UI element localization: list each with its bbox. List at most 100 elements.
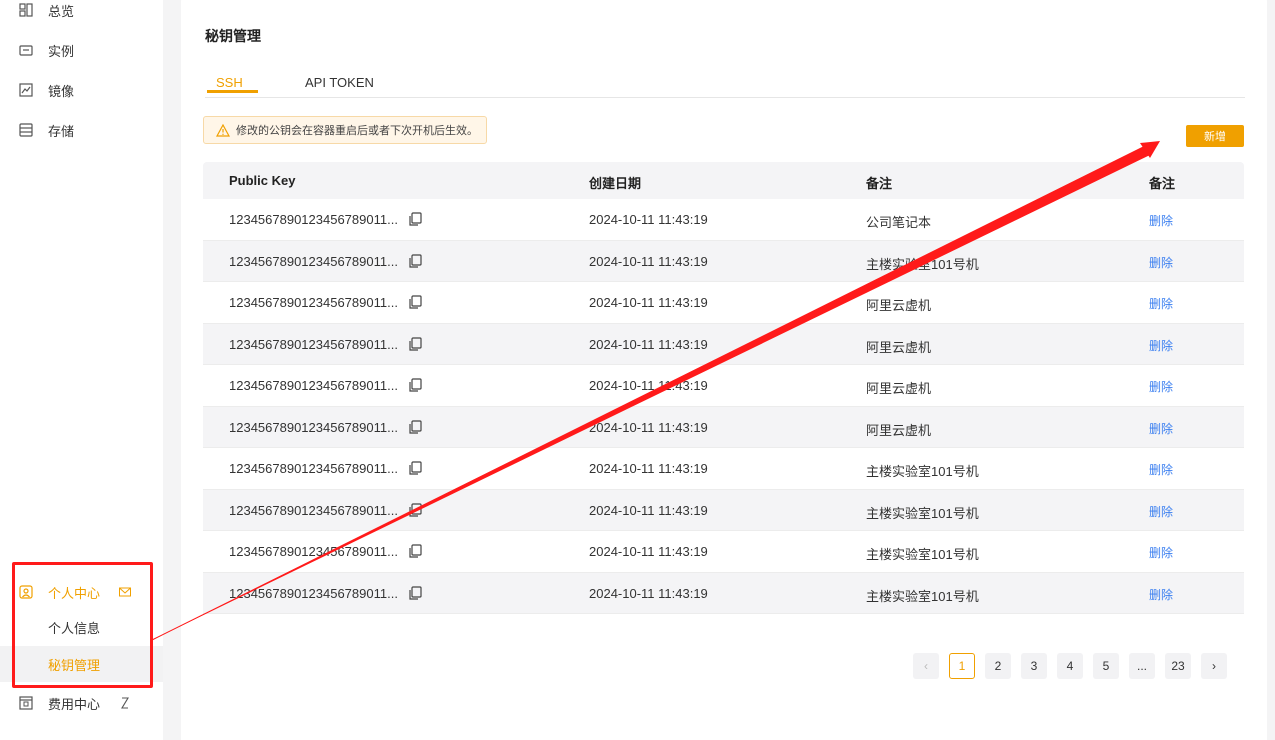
sidebar: 总览 实例 镜像 存储 个人中心 个人信息 秘钥管理 费用中心 xyxy=(0,0,163,740)
copy-icon[interactable] xyxy=(407,585,423,601)
table-row: 1234567890123456789011... 2024-10-11 11:4… xyxy=(203,489,1244,531)
keys-table: Public Key 创建日期 备注 备注 123456789012345678… xyxy=(203,162,1244,614)
note-cell: 主楼实验室101号机 xyxy=(866,588,979,604)
table-row: 1234567890123456789011... 2024-10-11 11:4… xyxy=(203,406,1244,448)
billing-icon xyxy=(18,695,34,711)
warning-icon xyxy=(216,123,230,137)
note-cell: 阿里云虚机 xyxy=(866,298,932,313)
instance-icon xyxy=(18,42,34,58)
page-ellipsis[interactable]: ... xyxy=(1129,653,1155,679)
delete-link[interactable]: 删除 xyxy=(1149,586,1173,603)
copy-icon[interactable] xyxy=(407,211,423,227)
public-key-cell: 1234567890123456789011... xyxy=(229,419,398,435)
delete-link[interactable]: 删除 xyxy=(1149,378,1173,395)
page-button-1[interactable]: 1 xyxy=(949,653,975,679)
sidebar-item-label: 费用中心 xyxy=(48,696,101,712)
public-key-cell: 1234567890123456789011... xyxy=(229,336,398,352)
table-row: 1234567890123456789011... 2024-10-11 11:4… xyxy=(203,323,1244,365)
sidebar-item-label: 总览 xyxy=(48,3,75,19)
sidebar-item-label: 镜像 xyxy=(48,83,75,99)
created-date-cell: 2024-10-11 11:43:19 xyxy=(589,502,708,518)
page-button-4[interactable]: 4 xyxy=(1057,653,1083,679)
note-cell: 阿里云虚机 xyxy=(866,422,932,438)
note-cell: 阿里云虚机 xyxy=(866,381,932,396)
table-row: 1234567890123456789011... 2024-10-11 11:4… xyxy=(203,282,1244,324)
created-date-cell: 2024-10-11 11:43:19 xyxy=(589,212,708,227)
sidebar-item-instance[interactable]: 实例 xyxy=(0,30,163,70)
delete-link[interactable]: 删除 xyxy=(1149,212,1173,229)
note-cell: 主楼实验室101号机 xyxy=(866,505,979,521)
tab-active-indicator xyxy=(207,90,258,93)
copy-icon[interactable] xyxy=(407,419,423,435)
public-key-cell: 1234567890123456789011... xyxy=(229,295,398,310)
image-icon xyxy=(18,82,34,98)
delete-link[interactable]: 删除 xyxy=(1149,503,1173,520)
sidebar-item-overview[interactable]: 总览 xyxy=(0,0,163,30)
column-header-note: 备注 xyxy=(866,176,893,191)
public-key-cell: 1234567890123456789011... xyxy=(229,461,398,476)
sidebar-item-storage[interactable]: 存储 xyxy=(0,110,163,150)
table-body: 1234567890123456789011... 2024-10-11 11:4… xyxy=(203,199,1244,614)
public-key-cell: 1234567890123456789011... xyxy=(229,502,398,518)
page-button-5[interactable]: 5 xyxy=(1093,653,1119,679)
public-key-cell: 1234567890123456789011... xyxy=(229,378,398,393)
copy-icon[interactable] xyxy=(407,377,423,393)
copy-icon[interactable] xyxy=(407,253,423,269)
alert-text: 修改的公钥会在容器重启后或者下次开机后生效。 xyxy=(236,125,478,137)
copy-icon[interactable] xyxy=(407,543,423,559)
public-key-cell: 1234567890123456789011... xyxy=(229,585,398,601)
storage-icon xyxy=(18,122,34,138)
page-title: 秘钥管理 xyxy=(205,28,261,44)
page-button-2[interactable]: 2 xyxy=(985,653,1011,679)
column-header-actions: 备注 xyxy=(1149,176,1176,191)
created-date-cell: 2024-10-11 11:43:19 xyxy=(589,544,708,559)
public-key-cell: 1234567890123456789011... xyxy=(229,253,398,269)
sidebar-item-label: 存储 xyxy=(48,123,75,139)
column-header-public-key: Public Key xyxy=(229,173,296,188)
table-row: 1234567890123456789011... 2024-10-11 11:4… xyxy=(203,199,1244,241)
add-button[interactable]: 新增 xyxy=(1186,125,1244,147)
copy-icon[interactable] xyxy=(407,460,423,476)
public-key-cell: 1234567890123456789011... xyxy=(229,544,398,559)
tab-bar: SSH API TOKEN xyxy=(205,68,1245,98)
sidebar-item-image[interactable]: 镜像 xyxy=(0,70,163,110)
sidebar-item-label: 实例 xyxy=(48,43,75,59)
note-cell: 主楼实验室101号机 xyxy=(866,464,979,479)
page-button-3[interactable]: 3 xyxy=(1021,653,1047,679)
next-page-button[interactable]: › xyxy=(1201,653,1227,679)
created-date-cell: 2024-10-11 11:43:19 xyxy=(589,419,708,435)
tab-ssh[interactable]: SSH xyxy=(216,68,243,98)
created-date-cell: 2024-10-11 11:43:19 xyxy=(589,585,708,601)
public-key-cell: 1234567890123456789011... xyxy=(229,212,398,227)
column-header-created-date: 创建日期 xyxy=(589,176,642,191)
delete-link[interactable]: 删除 xyxy=(1149,337,1173,354)
hourglass-icon xyxy=(118,696,132,710)
delete-link[interactable]: 删除 xyxy=(1149,461,1173,478)
warning-alert: 修改的公钥会在容器重启后或者下次开机后生效。 xyxy=(203,116,487,144)
note-cell: 主楼实验室101号机 xyxy=(866,547,979,562)
delete-link[interactable]: 删除 xyxy=(1149,420,1173,437)
sidebar-item-billing[interactable]: 费用中心 xyxy=(0,683,163,723)
created-date-cell: 2024-10-11 11:43:19 xyxy=(589,336,708,352)
dashboard-icon xyxy=(18,2,34,18)
delete-link[interactable]: 删除 xyxy=(1149,295,1173,312)
copy-icon[interactable] xyxy=(407,502,423,518)
table-row: 1234567890123456789011... 2024-10-11 11:4… xyxy=(203,448,1244,490)
table-row: 1234567890123456789011... 2024-10-11 11:4… xyxy=(203,240,1244,282)
delete-link[interactable]: 删除 xyxy=(1149,544,1173,561)
note-cell: 主楼实验室101号机 xyxy=(866,256,979,272)
table-row: 1234567890123456789011... 2024-10-11 11:4… xyxy=(203,572,1244,614)
pagination: ‹ 1 2 3 4 5 ... 23 › xyxy=(913,653,1237,679)
delete-link[interactable]: 删除 xyxy=(1149,254,1173,271)
tab-api-token[interactable]: API TOKEN xyxy=(305,68,374,98)
copy-icon[interactable] xyxy=(407,336,423,352)
note-cell: 阿里云虚机 xyxy=(866,339,932,355)
table-row: 1234567890123456789011... 2024-10-11 11:4… xyxy=(203,531,1244,573)
prev-page-button[interactable]: ‹ xyxy=(913,653,939,679)
created-date-cell: 2024-10-11 11:43:19 xyxy=(589,295,708,310)
annotation-highlight-box xyxy=(12,562,153,688)
table-row: 1234567890123456789011... 2024-10-11 11:4… xyxy=(203,365,1244,407)
note-cell: 公司笔记本 xyxy=(866,215,932,230)
page-button-23[interactable]: 23 xyxy=(1165,653,1191,679)
copy-icon[interactable] xyxy=(407,294,423,310)
